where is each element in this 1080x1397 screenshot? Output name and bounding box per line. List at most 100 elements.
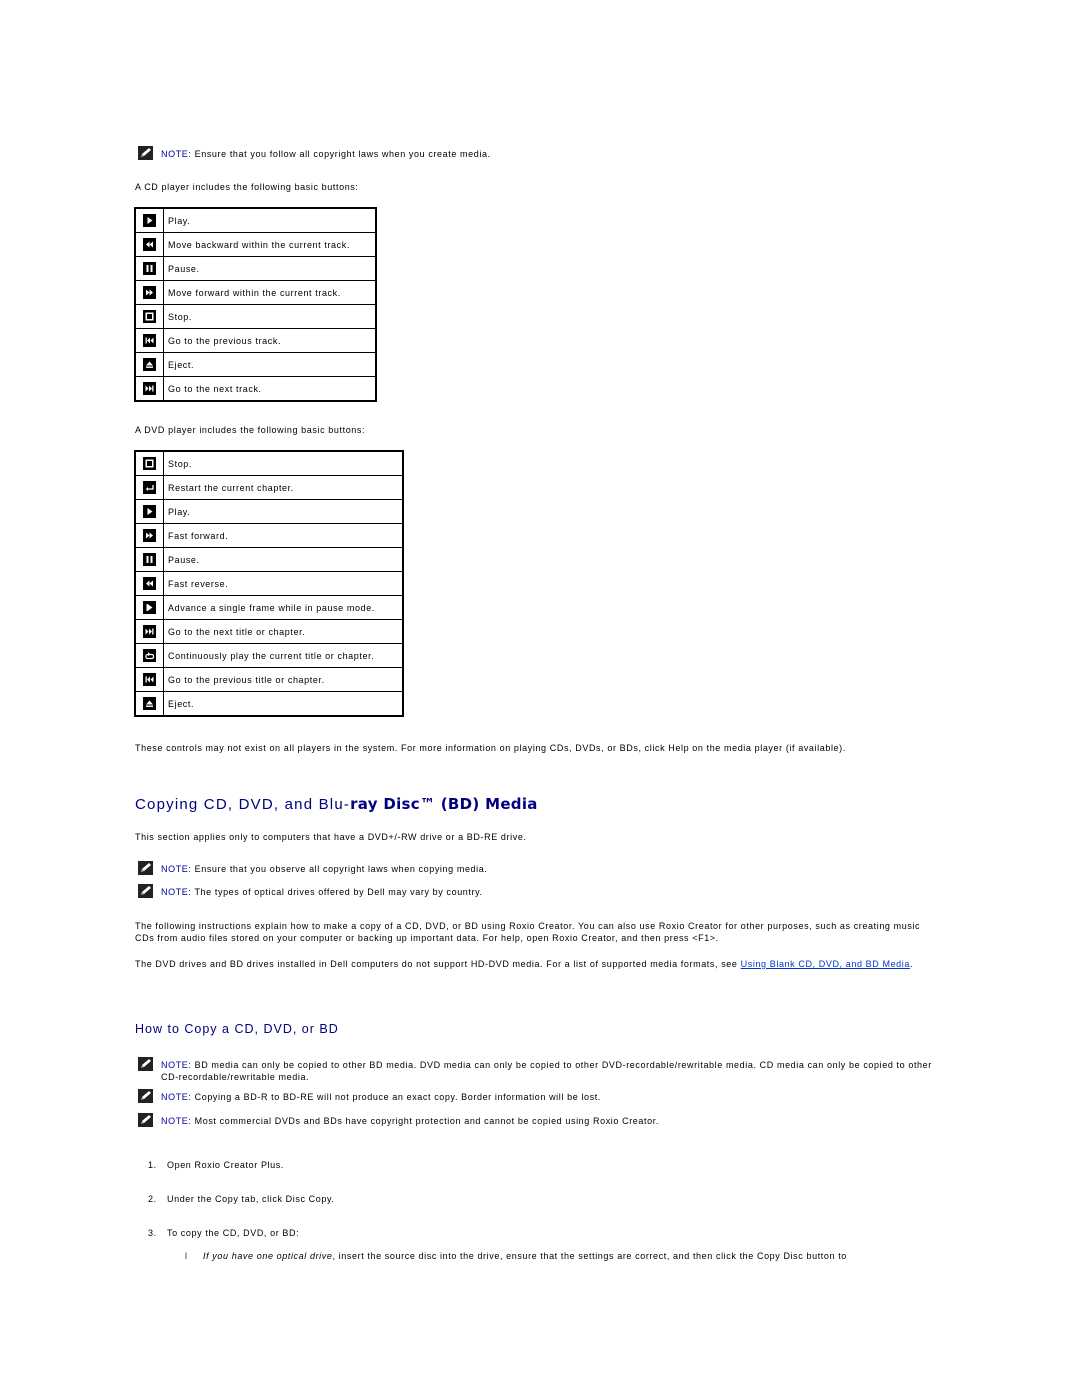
controls-note: These controls may not exist on all play…	[135, 743, 846, 753]
hd-dvd-text: The DVD drives and BD drives installed i…	[135, 959, 741, 969]
button-description: Go to the next track.	[163, 376, 377, 402]
icon-cell	[134, 256, 164, 281]
note-label: NOTE:	[161, 1092, 192, 1102]
icon-cell	[134, 450, 164, 476]
icon-cell	[134, 232, 164, 257]
cd_buttons-row: Move backward within the current track.	[134, 232, 377, 257]
icon-cell	[134, 280, 164, 305]
icon-cell	[134, 475, 164, 500]
stop-icon	[143, 310, 156, 323]
note-text: The types of optical drives offered by D…	[191, 887, 483, 897]
eject-icon	[143, 697, 156, 710]
frame-advance-icon	[143, 601, 156, 614]
hd-dvd-paragraph: The DVD drives and BD drives installed i…	[135, 959, 935, 971]
icon-cell	[134, 499, 164, 524]
repeat-icon	[143, 649, 156, 662]
cd_buttons-row: Eject.	[134, 352, 377, 377]
button-description: Eject.	[163, 691, 404, 717]
button-description: Move forward within the current track.	[163, 280, 377, 305]
dvd_buttons-row: Fast forward.	[134, 523, 404, 548]
button-description: Fast reverse.	[163, 571, 404, 596]
dvd-buttons-table: Stop. Restart the current chapter. Play. Fa…	[134, 450, 404, 717]
icon-cell	[134, 547, 164, 572]
cd_buttons-row: Stop.	[134, 304, 377, 329]
cd-buttons-table: Play. Move backward within the current tr…	[134, 207, 377, 402]
icon-cell	[134, 691, 164, 717]
restart-chapter-icon	[143, 481, 156, 494]
step-text: Open Roxio Creator Plus.	[167, 1160, 284, 1170]
next-track-icon	[143, 382, 156, 395]
dvd_buttons-row: Go to the previous title or chapter.	[134, 667, 404, 692]
icon-cell	[134, 619, 164, 644]
using-blank-media-link[interactable]: Using Blank CD, DVD, and BD Media	[741, 959, 910, 969]
cd_buttons-row: Go to the next track.	[134, 376, 377, 402]
button-description: Pause.	[163, 547, 404, 572]
pencil-note-icon	[138, 861, 153, 875]
note-copyright-create: NOTE: Ensure that you follow all copyrig…	[138, 146, 491, 160]
step-item: 1. Open Roxio Creator Plus.	[148, 1160, 284, 1170]
previous-track-icon	[143, 673, 156, 686]
button-description: Stop.	[163, 450, 404, 476]
step-number: 3.	[148, 1228, 157, 1238]
icon-cell	[134, 571, 164, 596]
note-copy-protection: NOTE: Most commercial DVDs and BDs have …	[138, 1113, 659, 1127]
icon-cell	[134, 523, 164, 548]
note-label: NOTE:	[161, 864, 192, 874]
dvd_buttons-row: Go to the next title or chapter.	[134, 619, 404, 644]
play-icon	[143, 214, 156, 227]
pencil-note-icon	[138, 1113, 153, 1127]
note-text: Most commercial DVDs and BDs have copyri…	[191, 1116, 659, 1126]
fast-forward-icon	[143, 529, 156, 542]
button-description: Fast forward.	[163, 523, 404, 548]
bullet-marker: l	[185, 1251, 188, 1261]
button-description: Stop.	[163, 304, 377, 329]
cd_buttons-row: Go to the previous track.	[134, 328, 377, 353]
icon-cell	[134, 207, 164, 233]
note-copyright-copy: NOTE: Ensure that you observe all copyri…	[138, 861, 488, 875]
bullet-text: , insert the source disc into the drive,…	[332, 1251, 847, 1261]
cd_buttons-row: Play.	[134, 207, 377, 233]
note-text: Ensure that you observe all copyright la…	[191, 864, 488, 874]
button-description: Eject.	[163, 352, 377, 377]
button-description: Go to the previous title or chapter.	[163, 667, 404, 692]
eject-icon	[143, 358, 156, 371]
icon-cell	[134, 328, 164, 353]
dvd-intro: A DVD player includes the following basi…	[135, 425, 366, 435]
play-icon	[143, 505, 156, 518]
pencil-note-icon	[138, 146, 153, 160]
icon-cell	[134, 667, 164, 692]
dvd_buttons-row: Play.	[134, 499, 404, 524]
bullet-italic-text: If you have one optical drive	[203, 1251, 333, 1261]
icon-cell	[134, 304, 164, 329]
next-track-icon	[143, 625, 156, 638]
button-description: Move backward within the current track.	[163, 232, 377, 257]
dvd_buttons-row: Fast reverse.	[134, 571, 404, 596]
dvd_buttons-row: Advance a single frame while in pause mo…	[134, 595, 404, 620]
dvd_buttons-row: Pause.	[134, 547, 404, 572]
button-description: Go to the previous track.	[163, 328, 377, 353]
fast-forward-icon	[143, 286, 156, 299]
pause-icon	[143, 553, 156, 566]
button-description: Pause.	[163, 256, 377, 281]
icon-cell	[134, 643, 164, 668]
button-description: Restart the current chapter.	[163, 475, 404, 500]
previous-track-icon	[143, 334, 156, 347]
icon-cell	[134, 352, 164, 377]
instructions-paragraph: The following instructions explain how t…	[135, 921, 921, 943]
note-text: Ensure that you follow all copyright law…	[191, 149, 491, 159]
stop-icon	[143, 457, 156, 470]
note-text: Copying a BD-R to BD-RE will not produce…	[191, 1092, 601, 1102]
button-description: Go to the next title or chapter.	[163, 619, 404, 644]
note-label: NOTE:	[161, 149, 192, 159]
step-text: Under the Copy tab, click Disc Copy.	[167, 1194, 335, 1204]
pencil-note-icon	[138, 1057, 153, 1071]
note-media-compat: NOTE: BD media can only be copied to oth…	[138, 1057, 938, 1083]
rewind-icon	[143, 238, 156, 251]
button-description: Advance a single frame while in pause mo…	[163, 595, 404, 620]
dvd_buttons-row: Continuously play the current title or c…	[134, 643, 404, 668]
button-description: Continuously play the current title or c…	[163, 643, 404, 668]
howto-title: How to Copy a CD, DVD, or BD	[135, 1022, 339, 1036]
note-text: BD media can only be copied to other BD …	[161, 1060, 932, 1082]
bullet-item: l If you have one optical drive, insert t…	[185, 1251, 945, 1261]
note-bdr-copy: NOTE: Copying a BD-R to BD-RE will not p…	[138, 1089, 601, 1103]
